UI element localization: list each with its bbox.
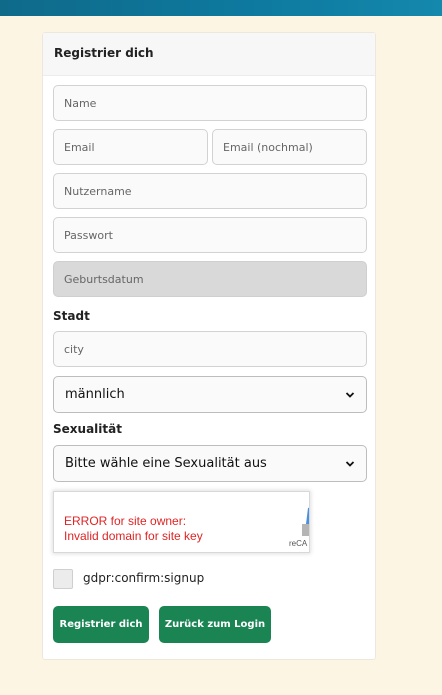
chevron-down-icon [345,391,355,398]
card-title: Registrier dich [43,33,375,76]
top-bar [0,0,442,16]
birthdate-placeholder: Geburtsdatum [64,272,144,286]
recaptcha-error-line1: ERROR for site owner: [64,514,187,528]
recaptcha-logo-icon [302,507,309,536]
sexuality-label: Sexualität [53,422,122,436]
chevron-down-icon [345,460,355,467]
city-placeholder: city [64,342,84,356]
city-input[interactable]: city [53,331,367,367]
birthdate-input[interactable]: Geburtsdatum [53,261,367,297]
email-input[interactable]: Email [53,129,208,165]
recaptcha-widget[interactable]: ERROR for site owner: Invalid domain for… [53,491,310,553]
register-button[interactable]: Registrier dich [53,606,149,643]
gender-select[interactable]: männlich [53,376,367,413]
gdpr-label: gdpr:confirm:signup [83,571,205,585]
name-placeholder: Name [64,96,97,110]
recaptcha-error-line2: Invalid domain for site key [64,529,203,543]
sexuality-selected-value: Bitte wähle eine Sexualität aus [65,456,267,471]
gender-selected-value: männlich [65,387,125,402]
email-placeholder: Email [64,140,95,154]
back-to-login-button[interactable]: Zurück zum Login [159,606,271,643]
password-input[interactable]: Passwort [53,217,367,253]
username-input[interactable]: Nutzername [53,173,367,209]
gdpr-checkbox[interactable] [53,569,73,589]
recaptcha-error: ERROR for site owner: Invalid domain for… [64,514,203,544]
recaptcha-brand: reCA [289,539,308,548]
password-placeholder: Passwort [64,228,113,242]
email-confirm-input[interactable]: Email (nochmal) [212,129,367,165]
city-label: Stadt [53,309,90,323]
name-input[interactable]: Name [53,85,367,121]
email-confirm-placeholder: Email (nochmal) [223,140,313,154]
register-card: Registrier dich Name Email Email (nochma… [42,32,376,660]
sexuality-select[interactable]: Bitte wähle eine Sexualität aus [53,445,367,482]
username-placeholder: Nutzername [64,184,132,198]
